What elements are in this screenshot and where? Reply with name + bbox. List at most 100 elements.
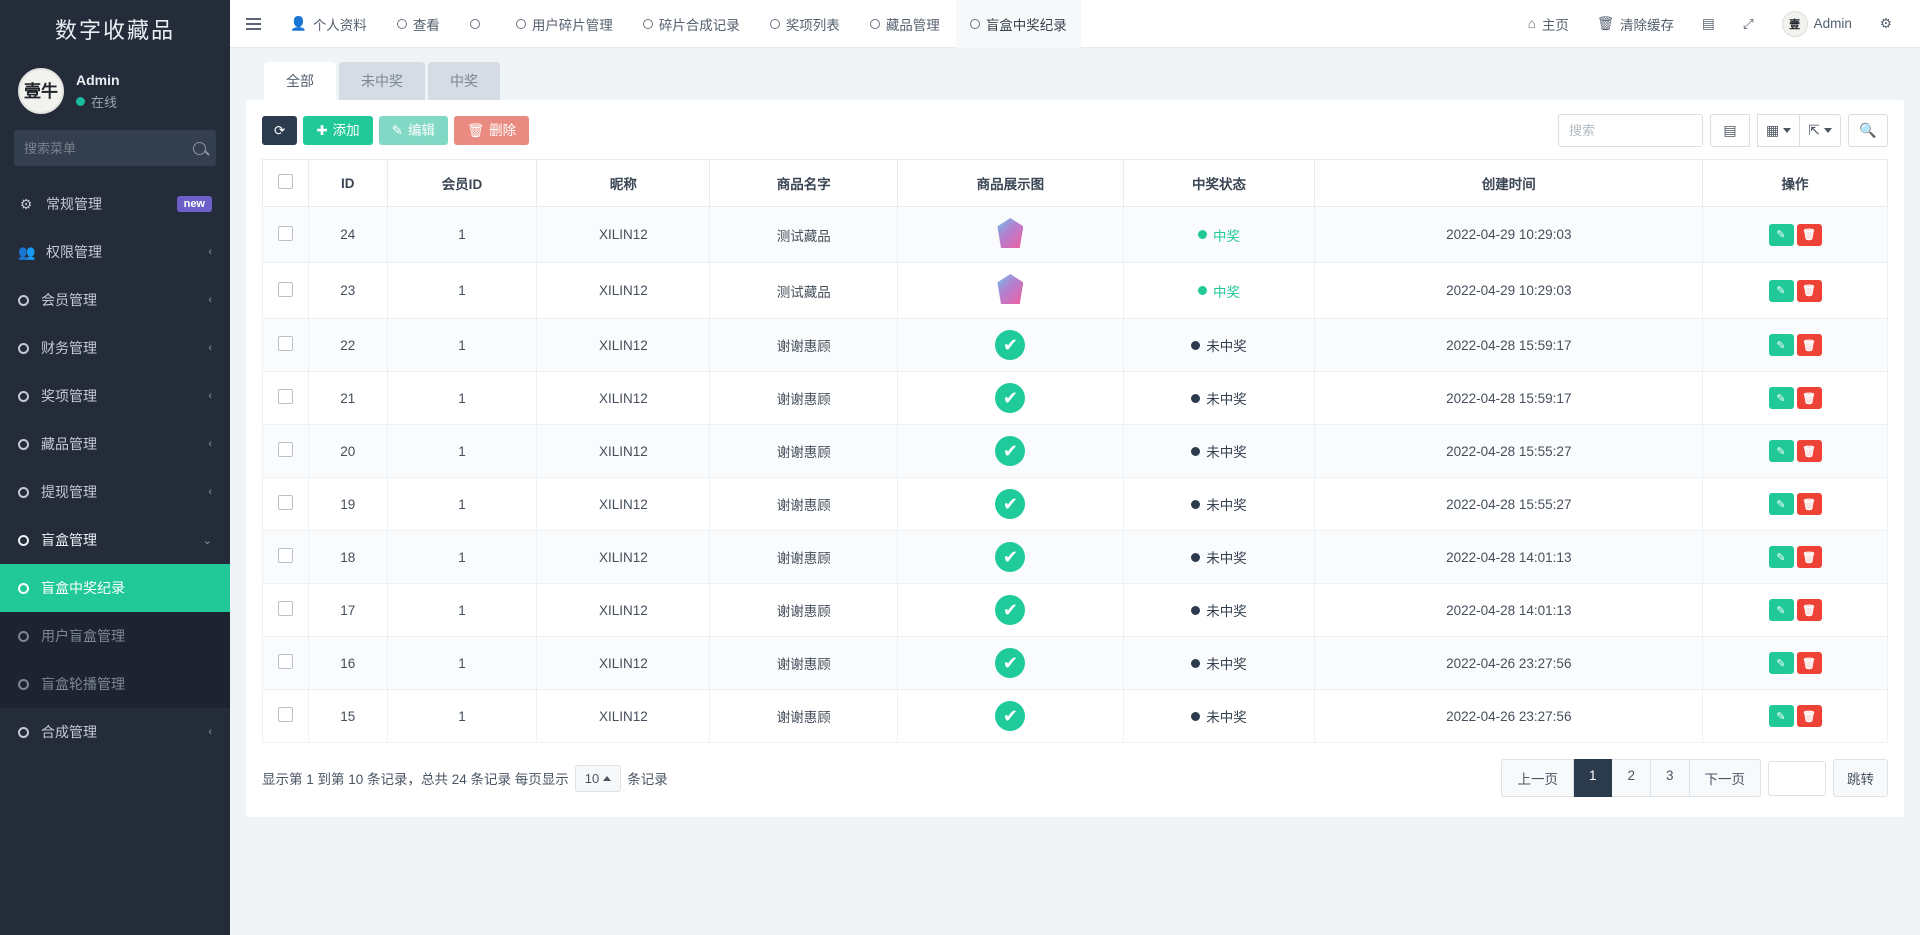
status-label: 未中奖 [1206, 335, 1247, 355]
sidebar-item-9[interactable]: 用户盲盒管理 [0, 612, 230, 660]
row-checkbox[interactable] [278, 389, 293, 404]
page-3-button[interactable]: 3 [1651, 759, 1690, 797]
sidebar-item-1[interactable]: 👥权限管理‹ [0, 228, 230, 276]
table-row[interactable]: 211XILIN12谢谢惠顾✔未中奖2022-04-28 15:59:17✎🗑 [263, 372, 1888, 425]
add-button[interactable]: ✚ 添加 [303, 116, 372, 146]
row-checkbox[interactable] [278, 442, 293, 457]
row-edit-button[interactable]: ✎ [1769, 546, 1794, 568]
row-delete-button[interactable]: 🗑 [1797, 440, 1822, 462]
table-row[interactable]: 161XILIN12谢谢惠顾✔未中奖2022-04-26 23:27:56✎🗑 [263, 637, 1888, 690]
topnav-tab-0[interactable]: 👤个人资料 [276, 0, 381, 48]
prev-page-button[interactable]: 上一页 [1501, 759, 1574, 797]
row-edit-button[interactable]: ✎ [1769, 224, 1794, 246]
refresh-button[interactable]: ⟳ [262, 116, 297, 146]
cell-image: ✔ [898, 319, 1124, 372]
topnav-tab-7[interactable]: 盲盒中奖纪录 [956, 0, 1081, 48]
topnav-label: 藏品管理 [886, 14, 940, 34]
table-row[interactable]: 171XILIN12谢谢惠顾✔未中奖2022-04-28 14:01:13✎🗑 [263, 584, 1888, 637]
row-delete-button[interactable]: 🗑 [1797, 224, 1822, 246]
sidebar-search[interactable] [14, 130, 216, 166]
delete-button[interactable]: 🗑 删除 [454, 116, 529, 146]
tab-2[interactable]: 中奖 [428, 62, 500, 100]
table-row[interactable]: 231XILIN12测试藏品中奖2022-04-29 10:29:03✎🗑 [263, 263, 1888, 319]
circle-icon [18, 535, 29, 546]
topnav-tab-5[interactable]: 奖项列表 [756, 0, 854, 48]
row-edit-button[interactable]: ✎ [1769, 440, 1794, 462]
row-delete-button[interactable]: 🗑 [1797, 334, 1822, 356]
sidebar-item-7[interactable]: 盲盒管理⌄ [0, 516, 230, 564]
page-1-button[interactable]: 1 [1574, 759, 1613, 797]
sidebar-item-2[interactable]: 会员管理‹ [0, 276, 230, 324]
sidebar-item-0[interactable]: ⚙常规管理new [0, 180, 230, 228]
row-delete-button[interactable]: 🗑 [1797, 280, 1822, 302]
row-checkbox[interactable] [278, 548, 293, 563]
cell-status: 未中奖 [1123, 372, 1315, 425]
row-edit-button[interactable]: ✎ [1769, 652, 1794, 674]
topnav-tab-3[interactable]: 用户碎片管理 [502, 0, 627, 48]
sidebar-item-3[interactable]: 财务管理‹ [0, 324, 230, 372]
row-delete-button[interactable]: 🗑 [1797, 546, 1822, 568]
table-search-input[interactable] [1558, 114, 1703, 147]
row-checkbox[interactable] [278, 495, 293, 510]
table-row[interactable]: 151XILIN12谢谢惠顾✔未中奖2022-04-26 23:27:56✎🗑 [263, 690, 1888, 743]
jump-button[interactable]: 跳转 [1833, 759, 1888, 797]
tab-0[interactable]: 全部 [264, 62, 336, 100]
row-delete-button[interactable]: 🗑 [1797, 493, 1822, 515]
row-edit-button[interactable]: ✎ [1769, 705, 1794, 727]
table-row[interactable]: 201XILIN12谢谢惠顾✔未中奖2022-04-28 15:55:27✎🗑 [263, 425, 1888, 478]
hamburger-icon[interactable] [230, 18, 276, 30]
table-row[interactable]: 181XILIN12谢谢惠顾✔未中奖2022-04-28 14:01:13✎🗑 [263, 531, 1888, 584]
table-row[interactable]: 221XILIN12谢谢惠顾✔未中奖2022-04-28 15:59:17✎🗑 [263, 319, 1888, 372]
sidebar-item-label: 会员管理 [41, 290, 196, 310]
settings-button[interactable]: ⚙ [1866, 0, 1906, 48]
sidebar-item-6[interactable]: 提现管理‹ [0, 468, 230, 516]
theme-button[interactable]: ▤ [1688, 0, 1729, 48]
sidebar-item-label: 盲盒轮播管理 [41, 674, 212, 694]
clear-cache-button[interactable]: 🗑 清除缓存 [1583, 0, 1688, 48]
row-edit-button[interactable]: ✎ [1769, 387, 1794, 409]
sidebar-item-10[interactable]: 盲盒轮播管理 [0, 660, 230, 708]
topnav-tab-2[interactable] [456, 0, 500, 48]
row-checkbox[interactable] [278, 707, 293, 722]
export-button[interactable]: ⇱ [1800, 114, 1841, 147]
table-row[interactable]: 241XILIN12测试藏品中奖2022-04-29 10:29:03✎🗑 [263, 207, 1888, 263]
row-delete-button[interactable]: 🗑 [1797, 652, 1822, 674]
row-checkbox[interactable] [278, 226, 293, 241]
topnav-tab-4[interactable]: 碎片合成记录 [629, 0, 754, 48]
row-delete-button[interactable]: 🗑 [1797, 599, 1822, 621]
columns-button[interactable]: ▦ [1757, 114, 1800, 147]
jump-input[interactable] [1768, 761, 1826, 796]
search-menu-input[interactable] [24, 141, 164, 156]
fullscreen-button[interactable]: ⤢ [1729, 0, 1768, 48]
select-all-checkbox[interactable] [278, 174, 293, 189]
row-edit-button[interactable]: ✎ [1769, 493, 1794, 515]
table-row[interactable]: 191XILIN12谢谢惠顾✔未中奖2022-04-28 15:55:27✎🗑 [263, 478, 1888, 531]
row-checkbox[interactable] [278, 282, 293, 297]
row-delete-button[interactable]: 🗑 [1797, 705, 1822, 727]
tab-1[interactable]: 未中奖 [339, 62, 425, 100]
sidebar-item-11[interactable]: 合成管理‹ [0, 708, 230, 756]
sidebar-item-5[interactable]: 藏品管理‹ [0, 420, 230, 468]
row-checkbox[interactable] [278, 601, 293, 616]
home-button[interactable]: ⌂ 主页 [1514, 0, 1583, 48]
cell-created: 2022-04-26 23:27:56 [1315, 637, 1703, 690]
sidebar-item-4[interactable]: 奖项管理‹ [0, 372, 230, 420]
next-page-button[interactable]: 下一页 [1690, 759, 1762, 797]
row-delete-button[interactable]: 🗑 [1797, 387, 1822, 409]
row-checkbox[interactable] [278, 336, 293, 351]
topnav-tab-1[interactable]: 查看 [383, 0, 454, 48]
page-2-button[interactable]: 2 [1612, 759, 1651, 797]
list-view-button[interactable]: ▤ [1710, 114, 1750, 147]
user-menu[interactable]: 壹 Admin [1768, 0, 1866, 48]
row-checkbox[interactable] [278, 654, 293, 669]
cell-nickname: XILIN12 [537, 690, 710, 743]
sidebar-item-8[interactable]: 盲盒中奖纪录 [0, 564, 230, 612]
edit-button[interactable]: ✎ 编辑 [379, 116, 448, 146]
row-edit-button[interactable]: ✎ [1769, 280, 1794, 302]
search-button[interactable]: 🔍 [1848, 114, 1888, 147]
row-edit-button[interactable]: ✎ [1769, 599, 1794, 621]
page-size-select[interactable]: 10 [575, 765, 621, 792]
row-edit-button[interactable]: ✎ [1769, 334, 1794, 356]
sidebar-item-label: 权限管理 [46, 242, 196, 262]
topnav-tab-6[interactable]: 藏品管理 [856, 0, 954, 48]
